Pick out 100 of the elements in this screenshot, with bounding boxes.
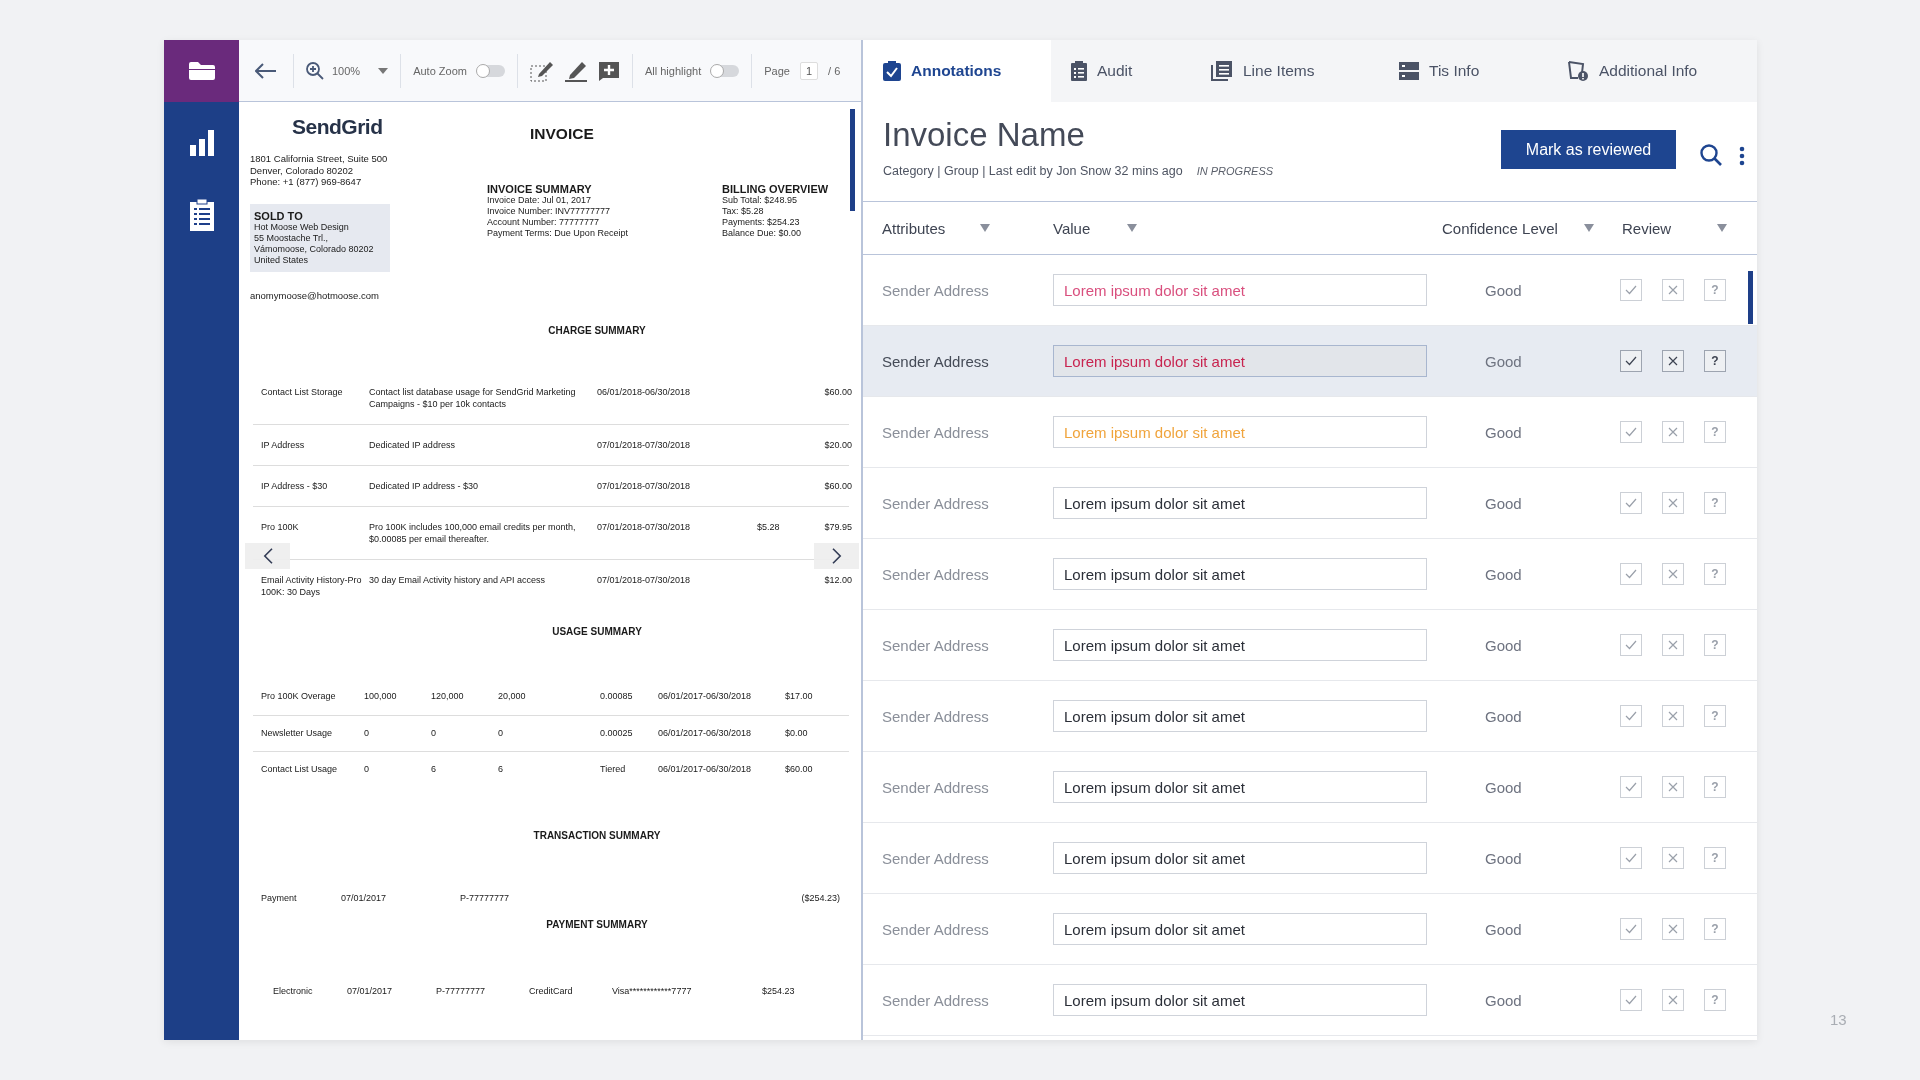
value-text: Lorem ipsum dolor sit amet xyxy=(1064,778,1245,796)
highlight-toggle[interactable] xyxy=(711,64,740,77)
meta-text: Category | Group | Last edit by Jon Snow 32 mins ago xyxy=(883,164,1183,178)
next-page-button[interactable] xyxy=(814,543,859,569)
page-label: Page xyxy=(764,64,790,77)
value-field[interactable]: Lorem ipsum dolor sit amet xyxy=(1053,700,1427,732)
close-icon xyxy=(1668,853,1678,863)
table-cell: ($254.23) xyxy=(801,893,840,903)
area-draw-icon[interactable] xyxy=(529,59,554,82)
annotation-row[interactable]: Sender Address Lorem ipsum dolor sit amet Good ? xyxy=(863,752,1757,823)
attribute-label: Sender Address xyxy=(882,281,990,299)
table-cell: 6 xyxy=(431,764,436,774)
confidence-text: Good xyxy=(1485,423,1523,441)
close-icon xyxy=(1668,356,1678,366)
mark-reviewed-button[interactable]: Mark as reviewed xyxy=(1501,130,1676,169)
more-options-icon[interactable] xyxy=(1739,146,1745,166)
table-cell: 0 xyxy=(364,727,369,738)
table-cell-text: Dedicated IP address xyxy=(369,438,456,451)
auto-zoom-toggle[interactable] xyxy=(476,64,505,77)
value-field[interactable]: Lorem ipsum dolor sit amet xyxy=(1053,558,1427,590)
annotation-row[interactable]: Sender Address Lorem ipsum dolor sit amet Good ? xyxy=(863,539,1757,610)
help-button[interactable]: ? xyxy=(1704,350,1726,372)
value-text: Lorem ipsum dolor sit amet xyxy=(1064,920,1245,938)
pen-icon[interactable] xyxy=(563,59,588,82)
tab[interactable]: Audit xyxy=(1051,40,1191,102)
check-icon xyxy=(1625,356,1637,366)
approve-button[interactable] xyxy=(1620,350,1642,372)
attribute-label: Sender Address xyxy=(882,636,990,654)
attribute-label: Sender Address xyxy=(882,494,990,512)
close-icon xyxy=(1668,711,1678,721)
attribute-label: Sender Address xyxy=(882,849,990,867)
confidence-text: Good xyxy=(1485,636,1523,654)
tab[interactable]: Tis Info xyxy=(1379,40,1547,102)
annotation-row[interactable]: Sender Address Lorem ipsum dolor sit amet Good ? xyxy=(863,255,1757,326)
annotation-row[interactable]: Sender Address Lorem ipsum dolor sit amet Good ? xyxy=(863,468,1757,539)
section-heading: BILLING OVERVIEW xyxy=(722,183,829,195)
annotation-row[interactable]: Sender Address Lorem ipsum dolor sit amet Good ? xyxy=(863,965,1757,1036)
value-field[interactable]: Lorem ipsum dolor sit amet xyxy=(1053,842,1427,874)
table-cell: 07/01/2017 xyxy=(341,893,387,903)
value-text: Lorem ipsum dolor sit amet xyxy=(1064,991,1245,1009)
annotation-row[interactable]: Sender Address Lorem ipsum dolor sit amet Good ? xyxy=(863,610,1757,681)
attribute-label: Sender Address xyxy=(882,778,990,796)
value-field[interactable]: Lorem ipsum dolor sit amet xyxy=(1053,345,1427,377)
sort-caret-icon[interactable] xyxy=(1127,224,1137,232)
summary-text: Sub Total: $248.95 Tax: $5.28 Payments: $254.23 Balance Due: $0.00 xyxy=(722,195,803,239)
folder-icon xyxy=(187,61,216,81)
annotation-row[interactable]: Sender Address Lorem ipsum dolor sit amet Good ? xyxy=(863,894,1757,965)
value-text: Lorem ipsum dolor sit amet xyxy=(1064,565,1245,583)
scrollbar-thumb[interactable] xyxy=(850,109,855,211)
sort-caret-icon[interactable] xyxy=(1584,224,1594,232)
sort-caret-icon[interactable] xyxy=(1717,224,1727,232)
value-field[interactable]: Lorem ipsum dolor sit amet xyxy=(1053,629,1427,661)
page-total: / 6 xyxy=(828,64,841,77)
tab[interactable]: Additional Info xyxy=(1547,40,1737,102)
section-heading: CHARGE SUMMARY xyxy=(548,325,646,336)
column-header[interactable]: Confidence Level xyxy=(1442,219,1558,237)
zoom-level: 100% xyxy=(332,64,361,77)
value-text: Lorem ipsum dolor sit amet xyxy=(1064,352,1245,370)
value-field[interactable]: Lorem ipsum dolor sit amet xyxy=(1053,771,1427,803)
column-header[interactable]: Review xyxy=(1622,219,1672,237)
value-field[interactable]: Lorem ipsum dolor sit amet xyxy=(1053,913,1427,945)
previous-page-button[interactable] xyxy=(245,543,290,569)
back-button[interactable] xyxy=(255,62,277,79)
table-cell: $60.00 xyxy=(824,386,852,397)
page-field[interactable]: 1 xyxy=(799,61,819,80)
caret-icon[interactable] xyxy=(378,67,389,74)
table-cell-text: 07/01/2018-07/30/2018 xyxy=(597,479,692,492)
table-cell: 06/01/2017-06/30/2018 xyxy=(658,727,752,738)
table-cell: 0 xyxy=(498,727,503,738)
sort-caret-icon[interactable] xyxy=(980,224,990,232)
check-icon xyxy=(1625,711,1637,721)
value-field[interactable]: Lorem ipsum dolor sit amet xyxy=(1053,984,1427,1016)
table-cell-text: Pro 100K xyxy=(261,520,300,534)
add-comment-icon[interactable] xyxy=(597,60,620,81)
column-header[interactable]: Attributes xyxy=(882,219,946,237)
tab[interactable]: Annotations xyxy=(863,40,1051,102)
annotation-row[interactable]: Sender Address Lorem ipsum dolor sit amet Good ? xyxy=(863,681,1757,752)
scrollbar-thumb[interactable] xyxy=(1748,271,1753,324)
tab[interactable]: Line Items xyxy=(1191,40,1379,102)
column-header[interactable]: Value xyxy=(1053,219,1091,237)
table-cell: Contact List Usage xyxy=(261,764,338,774)
value-text: Lorem ipsum dolor sit amet xyxy=(1064,423,1245,441)
table-cell-text: Email Activity History-Pro 100K: 30 Days xyxy=(261,573,363,598)
search-icon[interactable] xyxy=(1700,144,1722,166)
annotation-row[interactable]: Sender Address Lorem ipsum dolor sit amet Good ? xyxy=(863,326,1757,397)
table-cell: P-77777777 xyxy=(436,986,486,996)
section-heading: INVOICE SUMMARY xyxy=(487,183,593,195)
confidence-text: Good xyxy=(1485,920,1523,938)
check-icon xyxy=(1625,782,1637,792)
value-text: Lorem ipsum dolor sit amet xyxy=(1064,707,1245,725)
table-cell: 20,000 xyxy=(498,691,526,701)
zoom-in-icon[interactable] xyxy=(306,61,324,80)
annotation-row[interactable]: Sender Address Lorem ipsum dolor sit amet Good ? xyxy=(863,823,1757,894)
reject-button[interactable] xyxy=(1662,350,1684,372)
value-field[interactable]: Lorem ipsum dolor sit amet xyxy=(1053,487,1427,519)
section-heading: PAYMENT SUMMARY xyxy=(546,918,648,930)
value-field[interactable]: Lorem ipsum dolor sit amet xyxy=(1053,274,1427,306)
confidence-text: Good xyxy=(1485,565,1523,583)
sidebar-item[interactable] xyxy=(164,40,239,102)
close-icon xyxy=(1668,640,1678,650)
